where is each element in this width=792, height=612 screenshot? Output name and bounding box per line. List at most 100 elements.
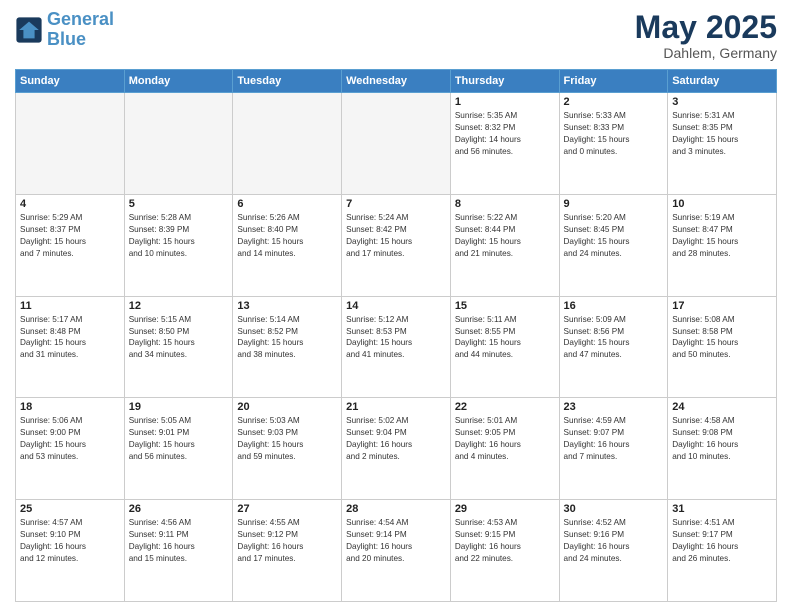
logo-text: General Blue (47, 10, 114, 50)
day-number: 22 (455, 401, 555, 413)
day-number: 30 (564, 503, 664, 515)
day-number: 4 (20, 198, 120, 210)
day-info: Sunrise: 5:11 AM Sunset: 8:55 PM Dayligh… (455, 314, 555, 362)
day-number: 27 (237, 503, 337, 515)
day-cell: 4 Sunrise: 5:29 AM Sunset: 8:37 PM Daylig… (16, 194, 125, 296)
day-info: Sunrise: 4:51 AM Sunset: 9:17 PM Dayligh… (672, 517, 772, 565)
day-info: Sunrise: 5:35 AM Sunset: 8:32 PM Dayligh… (455, 110, 555, 158)
col-header-wednesday: Wednesday (342, 70, 451, 93)
day-cell: 31 Sunrise: 4:51 AM Sunset: 9:17 PM Dayli… (668, 500, 777, 602)
day-number: 29 (455, 503, 555, 515)
day-info: Sunrise: 5:29 AM Sunset: 8:37 PM Dayligh… (20, 212, 120, 260)
day-number: 17 (672, 300, 772, 312)
logo: General Blue (15, 10, 114, 50)
day-info: Sunrise: 5:12 AM Sunset: 8:53 PM Dayligh… (346, 314, 446, 362)
day-number: 19 (129, 401, 229, 413)
day-info: Sunrise: 5:15 AM Sunset: 8:50 PM Dayligh… (129, 314, 229, 362)
day-info: Sunrise: 5:01 AM Sunset: 9:05 PM Dayligh… (455, 415, 555, 463)
day-cell: 22 Sunrise: 5:01 AM Sunset: 9:05 PM Dayli… (450, 398, 559, 500)
day-cell: 26 Sunrise: 4:56 AM Sunset: 9:11 PM Dayli… (124, 500, 233, 602)
day-cell: 12Sunrise: 5:15 AM Sunset: 8:50 PM Dayli… (124, 296, 233, 398)
day-info: Sunrise: 5:24 AM Sunset: 8:42 PM Dayligh… (346, 212, 446, 260)
week-row-1: 1 Sunrise: 5:35 AM Sunset: 8:32 PM Daylig… (16, 93, 777, 195)
day-cell: 1 Sunrise: 5:35 AM Sunset: 8:32 PM Daylig… (450, 93, 559, 195)
day-info: Sunrise: 5:28 AM Sunset: 8:39 PM Dayligh… (129, 212, 229, 260)
day-cell: 24Sunrise: 4:58 AM Sunset: 9:08 PM Dayli… (668, 398, 777, 500)
day-cell (16, 93, 125, 195)
week-row-3: 11 Sunrise: 5:17 AM Sunset: 8:48 PM Dayli… (16, 296, 777, 398)
page: General Blue May 2025 Dahlem, Germany Su… (0, 0, 792, 612)
day-cell: 21 Sunrise: 5:02 AM Sunset: 9:04 PM Dayli… (342, 398, 451, 500)
day-info: Sunrise: 5:14 AM Sunset: 8:52 PM Dayligh… (237, 314, 337, 362)
col-header-sunday: Sunday (16, 70, 125, 93)
day-number: 1 (455, 96, 555, 108)
day-info: Sunrise: 4:54 AM Sunset: 9:14 PM Dayligh… (346, 517, 446, 565)
day-info: Sunrise: 5:03 AM Sunset: 9:03 PM Dayligh… (237, 415, 337, 463)
day-info: Sunrise: 4:52 AM Sunset: 9:16 PM Dayligh… (564, 517, 664, 565)
day-number: 13 (237, 300, 337, 312)
day-info: Sunrise: 5:08 AM Sunset: 8:58 PM Dayligh… (672, 314, 772, 362)
calendar-table: SundayMondayTuesdayWednesdayThursdayFrid… (15, 69, 777, 602)
day-cell: 28 Sunrise: 4:54 AM Sunset: 9:14 PM Dayli… (342, 500, 451, 602)
day-info: Sunrise: 5:06 AM Sunset: 9:00 PM Dayligh… (20, 415, 120, 463)
day-cell: 8Sunrise: 5:22 AM Sunset: 8:44 PM Daylig… (450, 194, 559, 296)
day-number: 7 (346, 198, 446, 210)
day-cell: 29 Sunrise: 4:53 AM Sunset: 9:15 PM Dayli… (450, 500, 559, 602)
day-cell: 19Sunrise: 5:05 AM Sunset: 9:01 PM Dayli… (124, 398, 233, 500)
day-number: 23 (564, 401, 664, 413)
day-cell: 25 Sunrise: 4:57 AM Sunset: 9:10 PM Dayli… (16, 500, 125, 602)
day-number: 15 (455, 300, 555, 312)
day-number: 14 (346, 300, 446, 312)
day-cell: 27 Sunrise: 4:55 AM Sunset: 9:12 PM Dayli… (233, 500, 342, 602)
day-info: Sunrise: 5:17 AM Sunset: 8:48 PM Dayligh… (20, 314, 120, 362)
col-header-tuesday: Tuesday (233, 70, 342, 93)
day-number: 25 (20, 503, 120, 515)
day-number: 11 (20, 300, 120, 312)
day-cell: 5 Sunrise: 5:28 AM Sunset: 8:39 PM Daylig… (124, 194, 233, 296)
day-number: 2 (564, 96, 664, 108)
day-info: Sunrise: 5:02 AM Sunset: 9:04 PM Dayligh… (346, 415, 446, 463)
day-cell: 20 Sunrise: 5:03 AM Sunset: 9:03 PM Dayli… (233, 398, 342, 500)
day-info: Sunrise: 4:55 AM Sunset: 9:12 PM Dayligh… (237, 517, 337, 565)
day-cell (124, 93, 233, 195)
day-info: Sunrise: 5:31 AM Sunset: 8:35 PM Dayligh… (672, 110, 772, 158)
location: Dahlem, Germany (635, 45, 777, 61)
day-cell: 10 Sunrise: 5:19 AM Sunset: 8:47 PM Dayli… (668, 194, 777, 296)
day-cell: 3Sunrise: 5:31 AM Sunset: 8:35 PM Daylig… (668, 93, 777, 195)
week-row-2: 4 Sunrise: 5:29 AM Sunset: 8:37 PM Daylig… (16, 194, 777, 296)
day-info: Sunrise: 4:53 AM Sunset: 9:15 PM Dayligh… (455, 517, 555, 565)
day-info: Sunrise: 4:56 AM Sunset: 9:11 PM Dayligh… (129, 517, 229, 565)
day-number: 31 (672, 503, 772, 515)
day-cell: 17 Sunrise: 5:08 AM Sunset: 8:58 PM Dayli… (668, 296, 777, 398)
day-number: 5 (129, 198, 229, 210)
day-number: 20 (237, 401, 337, 413)
day-number: 21 (346, 401, 446, 413)
month-title: May 2025 (635, 10, 777, 45)
day-cell: 14 Sunrise: 5:12 AM Sunset: 8:53 PM Dayli… (342, 296, 451, 398)
day-info: Sunrise: 5:33 AM Sunset: 8:33 PM Dayligh… (564, 110, 664, 158)
header: General Blue May 2025 Dahlem, Germany (15, 10, 777, 61)
day-cell: 16 Sunrise: 5:09 AM Sunset: 8:56 PM Dayli… (559, 296, 668, 398)
day-info: Sunrise: 5:09 AM Sunset: 8:56 PM Dayligh… (564, 314, 664, 362)
day-number: 9 (564, 198, 664, 210)
day-cell: 18Sunrise: 5:06 AM Sunset: 9:00 PM Dayli… (16, 398, 125, 500)
title-block: May 2025 Dahlem, Germany (635, 10, 777, 61)
day-info: Sunrise: 4:58 AM Sunset: 9:08 PM Dayligh… (672, 415, 772, 463)
day-number: 16 (564, 300, 664, 312)
day-cell: 30 Sunrise: 4:52 AM Sunset: 9:16 PM Dayli… (559, 500, 668, 602)
col-header-thursday: Thursday (450, 70, 559, 93)
day-number: 26 (129, 503, 229, 515)
col-header-saturday: Saturday (668, 70, 777, 93)
day-info: Sunrise: 5:19 AM Sunset: 8:47 PM Dayligh… (672, 212, 772, 260)
day-cell: 11 Sunrise: 5:17 AM Sunset: 8:48 PM Dayli… (16, 296, 125, 398)
day-cell (342, 93, 451, 195)
day-cell: 23 Sunrise: 4:59 AM Sunset: 9:07 PM Dayli… (559, 398, 668, 500)
day-info: Sunrise: 4:57 AM Sunset: 9:10 PM Dayligh… (20, 517, 120, 565)
day-cell: 9Sunrise: 5:20 AM Sunset: 8:45 PM Daylig… (559, 194, 668, 296)
week-row-5: 25 Sunrise: 4:57 AM Sunset: 9:10 PM Dayli… (16, 500, 777, 602)
day-number: 10 (672, 198, 772, 210)
day-cell: 6Sunrise: 5:26 AM Sunset: 8:40 PM Daylig… (233, 194, 342, 296)
day-info: Sunrise: 5:22 AM Sunset: 8:44 PM Dayligh… (455, 212, 555, 260)
day-info: Sunrise: 4:59 AM Sunset: 9:07 PM Dayligh… (564, 415, 664, 463)
day-number: 28 (346, 503, 446, 515)
